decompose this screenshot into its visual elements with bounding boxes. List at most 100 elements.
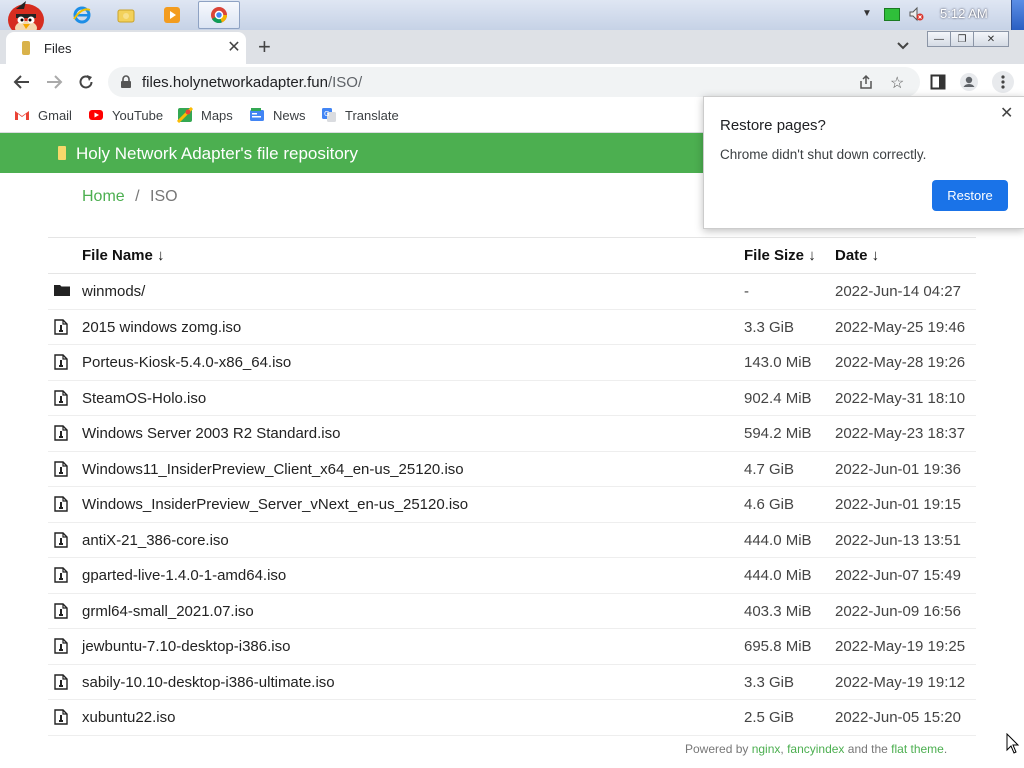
tab-files[interactable]: Files ✕ [6, 32, 246, 64]
file-name-link[interactable]: sabily-10.10-desktop-i386-ultimate.iso [82, 674, 335, 691]
footer-text: and the [844, 742, 892, 756]
side-panel-icon[interactable] [928, 72, 948, 92]
breadcrumb-separator: / [135, 188, 140, 205]
chrome-taskbar-icon[interactable] [198, 1, 240, 29]
maximize-button[interactable]: ❐ [950, 31, 974, 47]
minimize-button[interactable]: — [927, 31, 951, 47]
listing-header: File Name ↓ File Size ↓ Date ↓ [48, 238, 976, 274]
file-size: 695.8 MiB [744, 638, 812, 655]
file-name-link[interactable]: grml64-small_2021.07.iso [82, 603, 254, 620]
file-archive-icon [54, 531, 68, 548]
column-date[interactable]: Date ↓ [835, 247, 879, 264]
bookmark-gmail[interactable]: Gmail [14, 107, 72, 123]
gmail-icon [14, 107, 30, 123]
back-icon[interactable] [12, 72, 32, 92]
file-row[interactable]: winmods/ - 2022-Jun-14 04:27 [48, 274, 976, 310]
file-name-link[interactable]: jewbuntu-7.10-desktop-i386.iso [82, 638, 290, 655]
file-row[interactable]: jewbuntu-7.10-desktop-i386.iso 695.8 MiB 2… [48, 629, 976, 665]
network-icon[interactable] [884, 8, 900, 21]
file-row[interactable]: grml64-small_2021.07.iso 403.3 MiB 2022-Ju… [48, 594, 976, 629]
restore-pages-dialog: Restore pages? ✕ Chrome didn't shut down… [703, 96, 1024, 229]
folder-favicon-icon [22, 41, 30, 55]
lock-icon[interactable] [120, 75, 132, 94]
file-row[interactable]: Porteus-Kiosk-5.4.0-x86_64.iso 143.0 MiB 2… [48, 345, 976, 381]
file-row[interactable]: Windows_InsiderPreview_Server_vNext_en-u… [48, 487, 976, 523]
profile-avatar-icon[interactable] [959, 72, 979, 92]
bookmark-maps[interactable]: Maps [176, 106, 233, 124]
footer-link-flat-theme[interactable]: flat theme [891, 742, 944, 756]
url-path: /ISO/ [327, 74, 363, 91]
chrome-menu-icon[interactable] [992, 71, 1014, 93]
dialog-message: Chrome didn't shut down correctly. [720, 147, 927, 162]
footer-link-fancyindex[interactable]: fancyindex [787, 742, 844, 756]
file-date: 2022-Jun-05 15:20 [835, 709, 961, 726]
restore-button[interactable]: Restore [932, 180, 1008, 211]
file-row[interactable]: Windows11_InsiderPreview_Client_x64_en-u… [48, 452, 976, 487]
file-row[interactable]: 2015 windows zomg.iso 3.3 GiB 2022-May-25 … [48, 310, 976, 345]
file-row[interactable]: xubuntu22.iso 2.5 GiB 2022-Jun-05 15:20 [48, 700, 976, 736]
file-name-link[interactable]: xubuntu22.iso [82, 709, 175, 726]
tab-strip: Files ✕ + — ❐ ✕ [0, 30, 1024, 64]
file-name-link[interactable]: gparted-live-1.4.0-1-amd64.iso [82, 567, 286, 584]
file-row[interactable]: SteamOS-Holo.iso 902.4 MiB 2022-May-31 18:… [48, 381, 976, 416]
url-text[interactable]: files.holynetworkadapter.fun/ISO/ [142, 74, 362, 91]
column-file-size[interactable]: File Size ↓ [744, 247, 816, 264]
file-name-link[interactable]: winmods/ [82, 283, 145, 300]
bookmark-youtube[interactable]: YouTube [88, 107, 163, 123]
file-date: 2022-Jun-13 13:51 [835, 531, 961, 549]
maps-icon [176, 106, 194, 124]
new-tab-button[interactable]: + [258, 34, 271, 60]
tab-search-icon[interactable] [896, 38, 910, 56]
tray-expand-icon[interactable]: ▼ [862, 8, 872, 19]
bookmark-label: Gmail [38, 107, 72, 123]
file-name-link[interactable]: Porteus-Kiosk-5.4.0-x86_64.iso [82, 354, 291, 371]
column-file-name[interactable]: File Name ↓ [82, 247, 165, 264]
file-size: 594.2 MiB [744, 425, 812, 442]
file-archive-icon [54, 460, 68, 477]
breadcrumb-home[interactable]: Home [82, 188, 125, 205]
reload-icon[interactable] [76, 72, 96, 92]
bookmark-news[interactable]: News [249, 107, 306, 123]
bookmark-label: Translate [345, 107, 399, 123]
show-desktop-button[interactable] [1011, 0, 1024, 30]
share-icon[interactable] [858, 74, 874, 95]
file-row[interactable]: Windows Server 2003 R2 Standard.iso 594.2… [48, 416, 976, 452]
address-bar[interactable]: files.holynetworkadapter.fun/ISO/ ☆ [108, 67, 920, 97]
forward-icon[interactable] [44, 72, 64, 92]
dialog-close-icon[interactable]: ✕ [1000, 103, 1013, 123]
file-row[interactable]: antiX-21_386-core.iso 444.0 MiB 2022-Jun-1… [48, 523, 976, 558]
file-archive-icon [54, 425, 68, 441]
tab-title: Files [44, 41, 72, 56]
file-row[interactable]: sabily-10.10-desktop-i386-ultimate.iso 3.… [48, 665, 976, 700]
file-date: 2022-May-23 18:37 [835, 425, 966, 442]
file-date: 2022-Jun-14 04:27 [835, 283, 961, 300]
file-archive-icon [54, 673, 68, 690]
volume-muted-icon[interactable] [908, 6, 924, 27]
translate-icon: G [321, 107, 337, 123]
bookmark-star-icon[interactable]: ☆ [890, 73, 904, 93]
file-size: - [744, 283, 749, 300]
file-date: 2022-Jun-07 15:49 [835, 567, 961, 584]
footer-text: . [943, 742, 948, 756]
url-host: files.holynetworkadapter.fun [142, 74, 328, 91]
file-name-link[interactable]: Windows Server 2003 R2 Standard.iso [82, 425, 340, 442]
clock[interactable]: 5:12 AM [940, 6, 988, 21]
file-name-link[interactable]: Windows11_InsiderPreview_Client_x64_en-u… [82, 461, 464, 478]
close-window-button[interactable]: ✕ [973, 31, 1009, 47]
folder-icon[interactable] [108, 1, 144, 29]
folder-icon [54, 283, 70, 299]
browser-toolbar: files.holynetworkadapter.fun/ISO/ ☆ [0, 64, 1024, 100]
file-rows: winmods/ - 2022-Jun-14 04:27 2015 windows z… [48, 274, 976, 736]
media-player-icon[interactable] [154, 1, 190, 29]
svg-text:G: G [324, 110, 329, 118]
file-name-link[interactable]: SteamOS-Holo.iso [82, 390, 206, 407]
bookmark-translate[interactable]: G Translate [321, 107, 399, 123]
file-archive-icon [54, 318, 68, 335]
tab-close-icon[interactable]: ✕ [224, 37, 244, 57]
file-name-link[interactable]: 2015 windows zomg.iso [82, 319, 241, 336]
file-name-link[interactable]: antiX-21_386-core.iso [82, 532, 229, 549]
footer-link-nginx[interactable]: nginx [752, 742, 781, 756]
file-row[interactable]: gparted-live-1.4.0-1-amd64.iso 444.0 MiB 2… [48, 558, 976, 594]
internet-explorer-icon[interactable] [64, 1, 100, 29]
file-name-link[interactable]: Windows_InsiderPreview_Server_vNext_en-u… [82, 496, 468, 513]
